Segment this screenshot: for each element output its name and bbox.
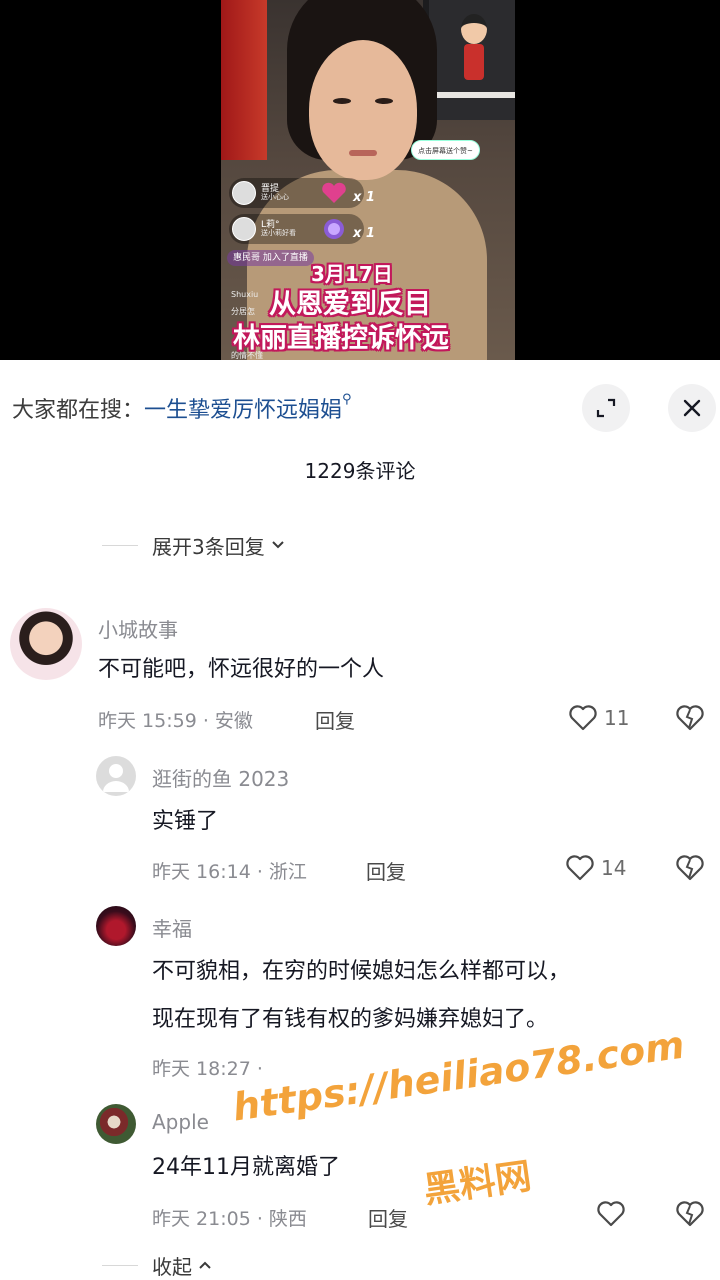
video-player[interactable]: 点击屏幕送个赞~ 晋提 送小心心 x 1 L莉° 送小莉好看 x 1 惠民哥 加…	[0, 0, 720, 360]
chevron-up-icon	[198, 1260, 212, 1270]
comment-meta: 昨天 18:27 ·	[152, 1058, 263, 1080]
gift-count: x 1	[353, 190, 375, 205]
expand-replies-label: 展开3条回复	[152, 534, 265, 559]
like-count: 14	[601, 856, 627, 880]
reply-button[interactable]: 回复	[366, 856, 406, 885]
comment-author[interactable]: 幸福	[152, 913, 192, 942]
collapse-replies-button[interactable]: 收起	[102, 1250, 212, 1280]
chevron-down-icon	[271, 540, 285, 550]
avatar	[232, 181, 256, 205]
reply-button[interactable]: 回复	[315, 705, 355, 734]
collapse-replies-label: 收起	[152, 1254, 192, 1279]
search-icon[interactable]: ⚲	[342, 392, 352, 407]
close-button[interactable]	[668, 384, 716, 432]
divider	[102, 1264, 138, 1266]
heart-icon[interactable]	[596, 1200, 626, 1228]
badge-gift-icon	[324, 219, 344, 239]
video-frame[interactable]: 点击屏幕送个赞~ 晋提 送小心心 x 1 L莉° 送小莉好看 x 1 惠民哥 加…	[221, 0, 515, 360]
comment-author[interactable]: 逛街的鱼 2023	[152, 763, 289, 792]
like-prompt-bubble: 点击屏幕送个赞~	[411, 140, 480, 160]
dislike-icon[interactable]	[674, 1200, 706, 1228]
comment-text: 不可能吧，怀远很好的一个人	[98, 657, 385, 682]
expand-icon	[596, 398, 616, 418]
avatar[interactable]	[96, 906, 136, 946]
avatar[interactable]	[96, 756, 136, 796]
close-icon	[683, 399, 701, 417]
comment-text: 实锤了	[152, 809, 219, 834]
expand-button[interactable]	[582, 384, 630, 432]
dislike-icon[interactable]	[674, 704, 706, 732]
viewer-join-notice: 惠民哥 加入了直播	[227, 250, 314, 266]
comment-item: 逛街的鱼 2023 实锤了 昨天 16:14 · 浙江 回复 14	[0, 752, 720, 902]
heart-icon	[566, 855, 594, 881]
comment-item: 小城故事 不可能吧，怀远很好的一个人 昨天 15:59 · 安徽 回复 11	[0, 600, 720, 750]
comment-author[interactable]: Apple	[152, 1110, 209, 1134]
comment-text: 不可貌相，在穷的时候媳妇怎么样都可以，	[152, 959, 571, 984]
like-button[interactable]: 14	[565, 854, 626, 882]
expand-replies-button[interactable]: 展开3条回复	[102, 530, 285, 560]
avatar	[232, 217, 256, 241]
heart-icon	[569, 705, 597, 731]
avatar[interactable]	[10, 608, 82, 680]
comment-text: 24年11月就离婚了	[152, 1155, 340, 1180]
search-suggestion[interactable]: 大家都在搜：一生挚爱厉怀远娟娟⚲	[12, 392, 352, 424]
heart-gift-icon	[322, 182, 346, 203]
comment-meta: 昨天 21:05 · 陕西	[152, 1208, 307, 1230]
comment-text: 现在现有了有钱有权的爹妈嫌弃媳妇了。	[152, 1007, 549, 1032]
comment-item: Apple 24年11月就离婚了 昨天 21:05 · 陕西 回复	[0, 1100, 720, 1250]
comment-count: 1229条评论	[304, 459, 416, 483]
overlay-username: Shuxiu	[231, 290, 259, 299]
reply-button[interactable]: 回复	[368, 1203, 408, 1232]
like-count: 11	[604, 706, 630, 730]
search-suggestion-label: 大家都在搜：	[12, 398, 145, 423]
avatar[interactable]	[96, 1104, 136, 1144]
gift-description: 送小心心	[261, 193, 289, 202]
divider	[102, 544, 138, 546]
gift-count: x 1	[353, 226, 375, 241]
comment-meta: 昨天 15:59 · 安徽	[98, 710, 253, 732]
video-caption-line2: 林丽直播控诉怀远	[233, 323, 449, 354]
comment-author[interactable]: 小城故事	[98, 614, 178, 643]
like-button[interactable]: 11	[568, 704, 629, 732]
search-suggestion-link[interactable]: 一生挚爱厉怀远娟娟	[144, 398, 342, 423]
default-avatar-icon	[103, 764, 129, 792]
dislike-icon[interactable]	[674, 854, 706, 882]
comment-meta: 昨天 16:14 · 浙江	[152, 861, 307, 883]
gift-description: 送小莉好看	[261, 229, 296, 238]
search-suggestion-bar: 大家都在搜：一生挚爱厉怀远娟娟⚲	[0, 380, 720, 436]
